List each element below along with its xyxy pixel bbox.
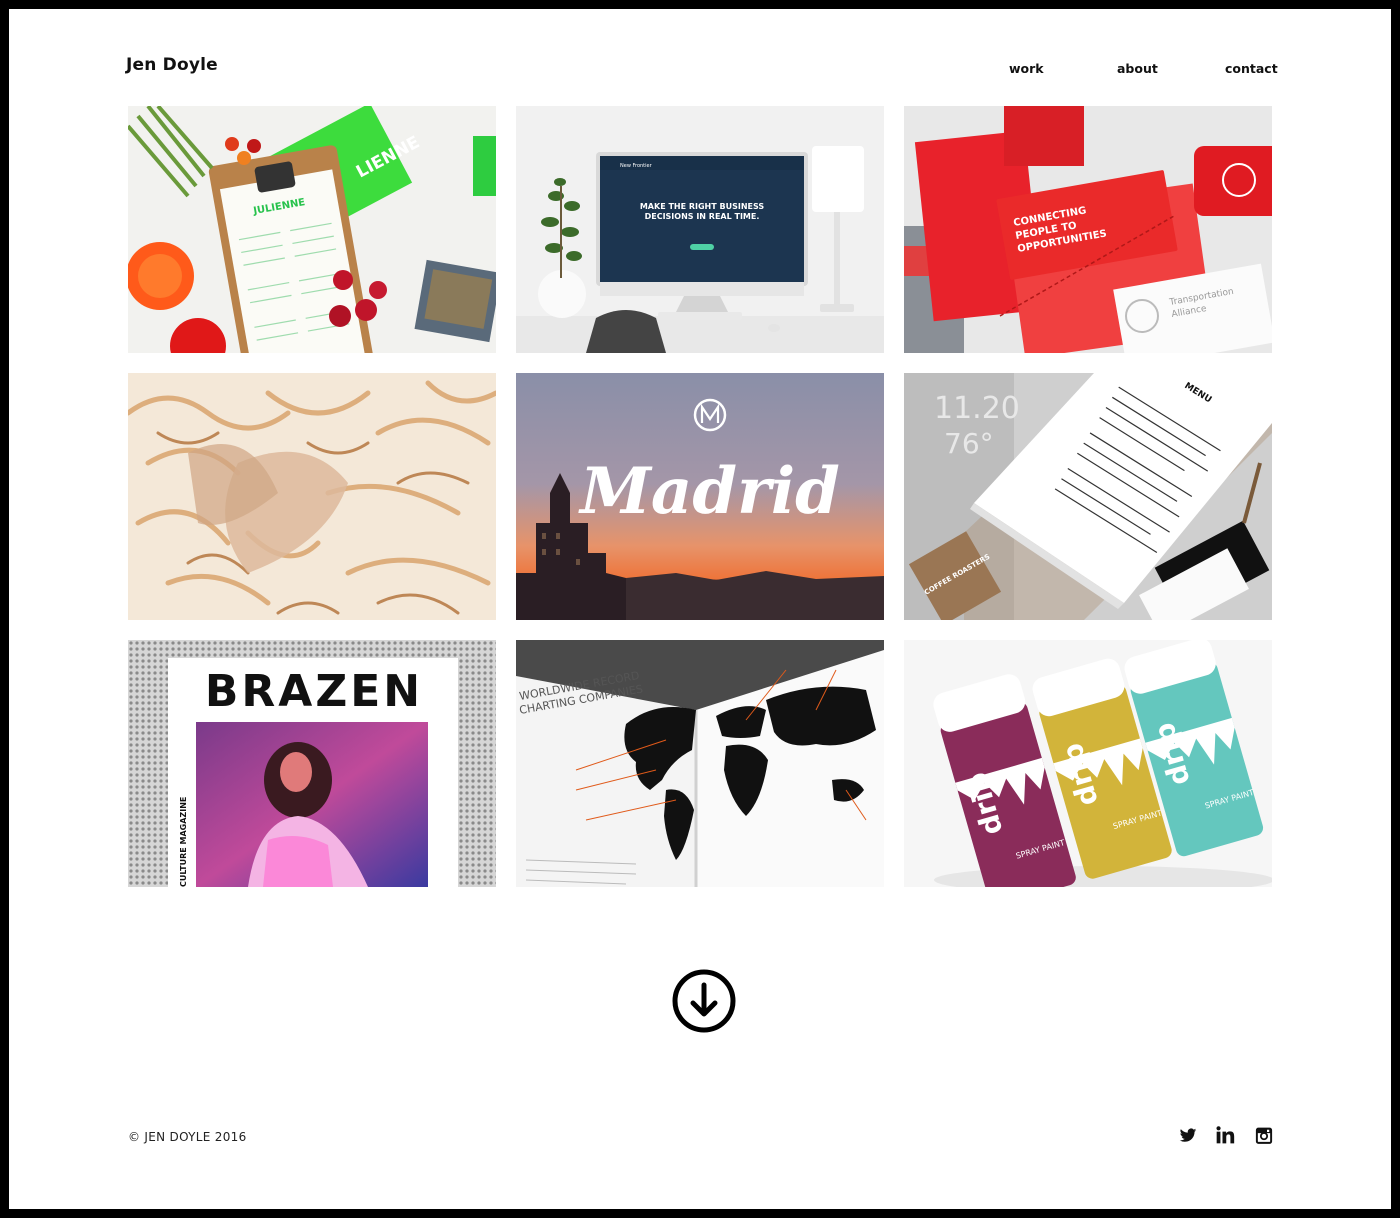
nav-contact-link[interactable]: contact xyxy=(1225,61,1278,76)
brazen-thumbnail: BRAZEN CULTURE MAGAZINE xyxy=(128,640,496,887)
linkedin-icon xyxy=(1216,1126,1235,1144)
portfolio-grid: LIENNE JULIENNE New Frontier MAKE THE RI… xyxy=(128,106,1272,887)
linkedin-link[interactable] xyxy=(1215,1124,1235,1146)
portfolio-tile-wood-shavings[interactable] xyxy=(128,373,496,620)
main-nav: work about contact xyxy=(9,61,1391,81)
portfolio-tile-brazen[interactable]: BRAZEN CULTURE MAGAZINE xyxy=(128,640,496,887)
drip-paint-thumbnail: drip SPRAY PAINT drip SPRAY PAINT drip S… xyxy=(904,640,1272,887)
new-frontier-logo-text: New Frontier xyxy=(620,163,653,169)
portfolio-tile-coffee-menu[interactable]: 11.20 76° MENU COFFEE ROASTERS xyxy=(904,373,1272,620)
twitter-link[interactable] xyxy=(1179,1124,1197,1146)
scroll-down-button[interactable] xyxy=(672,969,736,1033)
instagram-link[interactable] xyxy=(1255,1124,1273,1146)
transportation-alliance-thumbnail: CONNECTING PEOPLE TO OPPORTUNITIES Trans… xyxy=(904,106,1272,353)
portfolio-tile-record-map[interactable]: WORLDWIDE RECORD CHARTING COMPANIES xyxy=(516,640,884,887)
nav-about-link[interactable]: about xyxy=(1117,61,1158,76)
julienne-thumbnail: LIENNE JULIENNE xyxy=(128,106,496,353)
arrow-down-circle-icon xyxy=(672,969,736,1033)
portfolio-tile-transportation-alliance[interactable]: CONNECTING PEOPLE TO OPPORTUNITIES Trans… xyxy=(904,106,1272,353)
twitter-icon xyxy=(1179,1128,1197,1142)
instagram-icon xyxy=(1255,1127,1273,1144)
coffee-temp-text: 76° xyxy=(944,427,994,460)
nav-work-link[interactable]: work xyxy=(1009,61,1044,76)
coffee-menu-thumbnail: 11.20 76° MENU COFFEE ROASTERS xyxy=(904,373,1272,620)
record-map-thumbnail: WORLDWIDE RECORD CHARTING COMPANIES xyxy=(516,640,884,887)
new-frontier-thumbnail: New Frontier MAKE THE RIGHT BUSINESS DEC… xyxy=(516,106,884,353)
page-frame: Jen Doyle work about contact LIENNE JULI… xyxy=(9,9,1391,1209)
madrid-thumbnail: Madrid xyxy=(516,373,884,620)
wood-shavings-thumbnail xyxy=(128,373,496,620)
portfolio-tile-drip-paint[interactable]: drip SPRAY PAINT drip SPRAY PAINT drip S… xyxy=(904,640,1272,887)
coffee-time-text: 11.20 xyxy=(934,391,1020,426)
brazen-masthead: BRAZEN xyxy=(205,666,423,717)
copyright-text: © JEN DOYLE 2016 xyxy=(128,1130,247,1144)
portfolio-tile-madrid[interactable]: Madrid xyxy=(516,373,884,620)
new-frontier-headline-1: MAKE THE RIGHT BUSINESS xyxy=(640,202,765,211)
portfolio-tile-julienne[interactable]: LIENNE JULIENNE xyxy=(128,106,496,353)
madrid-lettering: Madrid xyxy=(578,454,840,529)
brazen-spine-text: CULTURE MAGAZINE xyxy=(179,797,188,887)
new-frontier-headline-2: DECISIONS IN REAL TIME. xyxy=(645,212,760,221)
portfolio-tile-new-frontier[interactable]: New Frontier MAKE THE RIGHT BUSINESS DEC… xyxy=(516,106,884,353)
